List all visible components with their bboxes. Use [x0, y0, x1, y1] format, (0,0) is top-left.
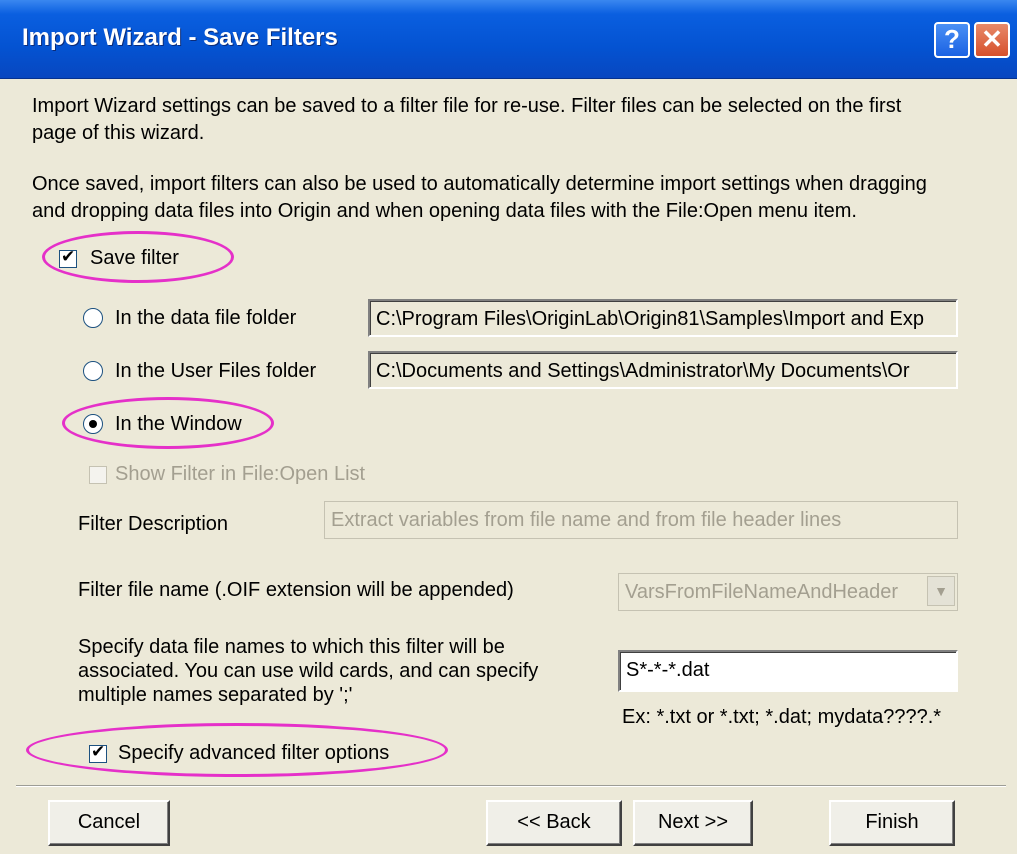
intro-line-4: and dropping data files into Origin and …: [32, 200, 857, 222]
radio-in-the-window[interactable]: [83, 414, 103, 434]
cancel-button[interactable]: Cancel: [48, 800, 170, 846]
associate-line-2: associated. You can use wild cards, and …: [78, 660, 539, 682]
intro-line-1: Import Wizard settings can be saved to a…: [32, 95, 902, 117]
window-title: Import Wizard - Save Filters: [22, 24, 338, 51]
close-button[interactable]: ✕: [974, 22, 1010, 58]
radio-user-files-folder[interactable]: [83, 361, 103, 381]
dialog-body: Import Wizard settings can be saved to a…: [0, 79, 1017, 854]
intro-line-3: Once saved, import filters can also be u…: [32, 173, 927, 195]
user-files-folder-path: C:\Documents and Settings\Administrator\…: [368, 351, 958, 389]
help-button[interactable]: ?: [934, 22, 970, 58]
filter-description-field[interactable]: Extract variables from file name and fro…: [324, 501, 958, 539]
filter-description-label: Filter Description: [78, 513, 229, 535]
back-button[interactable]: << Back: [486, 800, 622, 846]
save-filter-checkbox[interactable]: [59, 247, 77, 268]
associate-line-1: Specify data file names to which this fi…: [78, 636, 505, 658]
save-filter-label[interactable]: Save filter: [90, 245, 179, 272]
radio-in-the-window-label[interactable]: In the Window: [115, 411, 242, 438]
filter-file-name-value: VarsFromFileNameAndHeader: [625, 581, 899, 603]
advanced-options-checkbox[interactable]: [89, 742, 107, 763]
show-filter-label[interactable]: Show Filter in File:Open List: [115, 461, 365, 488]
next-button[interactable]: Next >>: [633, 800, 753, 846]
radio-data-file-folder-label[interactable]: In the data file folder: [115, 305, 296, 332]
associate-names-input[interactable]: S*-*-*.dat: [618, 650, 958, 692]
dropdown-arrow-icon[interactable]: ▼: [927, 576, 955, 606]
radio-data-file-folder[interactable]: [83, 308, 103, 328]
advanced-options-label[interactable]: Specify advanced filter options: [118, 740, 389, 767]
filter-file-name-label: Filter file name (.OIF extension will be…: [78, 579, 514, 601]
finish-button[interactable]: Finish: [829, 800, 955, 846]
associate-example: Ex: *.txt or *.txt; *.dat; mydata????.*: [622, 706, 942, 728]
title-bar: Import Wizard - Save Filters ? ✕: [0, 0, 1017, 79]
show-filter-checkbox[interactable]: [89, 466, 107, 484]
associate-line-3: multiple names separated by ';': [78, 684, 353, 706]
separator: [16, 785, 1006, 787]
data-file-folder-path: C:\Program Files\OriginLab\Origin81\Samp…: [368, 299, 958, 337]
intro-line-2: page of this wizard.: [32, 122, 205, 144]
radio-user-files-folder-label[interactable]: In the User Files folder: [115, 358, 316, 385]
filter-file-name-combo[interactable]: VarsFromFileNameAndHeader ▼: [618, 573, 958, 611]
